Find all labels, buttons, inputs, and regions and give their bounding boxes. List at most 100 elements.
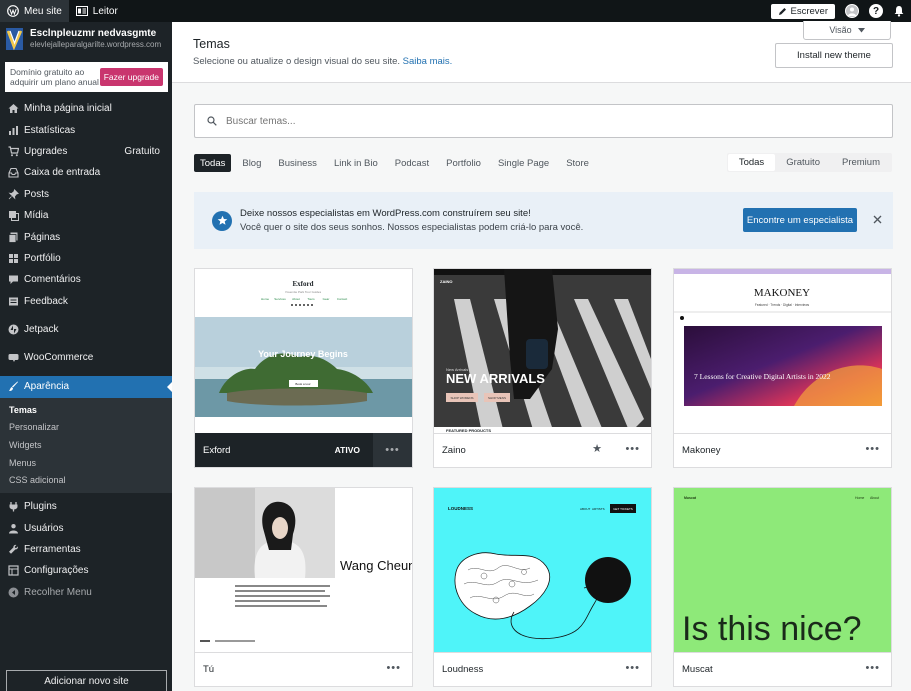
theme-preview[interactable]: Muscat Home About Is this nice? xyxy=(674,488,891,652)
menu-item-pages[interactable]: Páginas xyxy=(0,226,172,247)
menu-item-tools[interactable]: Ferramentas xyxy=(0,539,172,560)
menu-item-woocommerce[interactable]: WooCommerce xyxy=(0,347,172,368)
admin-bar: Meu site Leitor Escrever ? xyxy=(0,0,911,22)
menu-label: Estatísticas xyxy=(24,124,76,136)
view-dropdown[interactable]: Visão xyxy=(803,21,891,40)
menu-item-settings[interactable]: Configurações xyxy=(0,560,172,581)
theme-card-muscat[interactable]: Muscat Home About Is this nice? Muscat •… xyxy=(673,487,892,687)
menu-label: Recolher Menu xyxy=(24,586,92,598)
search-input[interactable] xyxy=(226,115,826,127)
filter-blog[interactable]: Blog xyxy=(236,154,267,172)
filter-link-in-bio[interactable]: Link in Bio xyxy=(328,154,384,172)
theme-preview[interactable]: Wang Cheung xyxy=(195,488,412,652)
preview-nav-item: Gear xyxy=(323,297,330,301)
learn-more-link[interactable]: Saiba mais. xyxy=(403,56,453,67)
preview-nav-item: Contact xyxy=(337,297,348,301)
media-icon xyxy=(8,210,19,222)
bell-icon[interactable] xyxy=(893,5,905,17)
theme-card-zaino[interactable]: ▪ ▪ ▪ ▪ ▪ ▪ ▪ ▪ ▪ ZAINO New Arrivals NEW… xyxy=(433,268,652,468)
submenu-item-widgets[interactable]: Widgets xyxy=(0,436,172,454)
preview-logo: LOUDNESS xyxy=(448,506,473,511)
more-options-button[interactable]: ••• xyxy=(625,443,640,455)
install-new-theme-button[interactable]: Install new theme xyxy=(775,43,893,68)
price-filter-all[interactable]: Todas xyxy=(727,154,776,171)
portfolio-icon xyxy=(8,253,19,264)
add-new-site-button[interactable]: Adicionar novo site xyxy=(6,670,167,691)
menu-item-stats[interactable]: Estatísticas xyxy=(0,119,172,140)
submenu-item-customize[interactable]: Personalizar xyxy=(0,418,172,436)
price-filter-free[interactable]: Gratuito xyxy=(775,154,831,171)
theme-name: Muscat xyxy=(682,664,713,675)
menu-item-upgrades[interactable]: Upgrades Gratuito xyxy=(0,141,172,162)
more-options-button[interactable]: ••• xyxy=(386,662,401,674)
menu-item-collapse[interactable]: Recolher Menu xyxy=(0,582,172,603)
reader-button[interactable]: Leitor xyxy=(69,0,125,22)
menu-item-posts[interactable]: Posts xyxy=(0,184,172,205)
feedback-icon xyxy=(8,296,19,307)
menu-item-comments[interactable]: Comentários xyxy=(0,269,172,290)
filter-store[interactable]: Store xyxy=(560,154,595,172)
price-filter-premium[interactable]: Premium xyxy=(831,154,891,171)
preview-hero: 7 Lessons for Creative Digital Artists i… xyxy=(694,372,831,381)
theme-name: Zaino xyxy=(442,445,466,456)
menu-item-users[interactable]: Usuários xyxy=(0,518,172,539)
submenu-item-menus[interactable]: Menus xyxy=(0,454,172,472)
menu-item-inbox[interactable]: Caixa de entrada xyxy=(0,162,172,183)
woo-icon xyxy=(8,352,19,363)
submenu-item-themes[interactable]: Temas xyxy=(0,401,172,419)
theme-card-tu[interactable]: Wang Cheung Tú ••• xyxy=(194,487,413,687)
preview-nav-item: Tours xyxy=(307,297,315,301)
write-button[interactable]: Escrever xyxy=(770,3,835,19)
theme-card-footer: Loudness ••• xyxy=(434,652,651,686)
more-options-button[interactable]: ••• xyxy=(865,662,880,674)
search-icon xyxy=(207,116,217,126)
site-header[interactable]: Esclnpleuzmr nedvasgmte elevlejalleparal… xyxy=(0,22,172,58)
filter-portfolio[interactable]: Portfolio xyxy=(440,154,487,172)
find-expert-button[interactable]: Encontre um especialista xyxy=(743,208,857,232)
menu-item-feedback[interactable]: Feedback xyxy=(0,291,172,312)
preview-logo: Exford xyxy=(293,280,314,288)
theme-card-exford[interactable]: Exford Yosemite Park Tour Guides Home Se… xyxy=(194,268,413,468)
filter-all[interactable]: Todas xyxy=(194,154,232,172)
pencil-icon xyxy=(778,7,786,15)
more-options-button[interactable]: ••• xyxy=(865,443,880,455)
menu-label: Caixa de entrada xyxy=(24,167,101,179)
menu-item-appearance[interactable]: Aparência xyxy=(0,375,172,398)
more-options-button[interactable]: ••• xyxy=(625,662,640,674)
menu-item-media[interactable]: Mídia xyxy=(0,205,172,226)
help-icon[interactable]: ? xyxy=(869,4,883,18)
upgrade-button[interactable]: Fazer upgrade xyxy=(99,68,163,86)
plugin-icon xyxy=(8,501,19,512)
theme-card-loudness[interactable]: LOUDNESS ABOUT ARTISTS GET TICKETS Loudn… xyxy=(433,487,652,687)
menu-item-plugins[interactable]: Plugins xyxy=(0,496,172,517)
close-icon[interactable] xyxy=(872,214,883,225)
upgrades-badge: Gratuito xyxy=(124,145,160,157)
theme-name: Exford xyxy=(203,444,231,456)
filter-podcast[interactable]: Podcast xyxy=(389,154,435,172)
comment-icon xyxy=(8,274,19,285)
filter-single-page[interactable]: Single Page xyxy=(492,154,555,172)
menu-item-home[interactable]: Minha página inicial xyxy=(0,98,172,119)
reader-label: Leitor xyxy=(92,5,118,17)
upgrade-text: Domínio gratuito ao adquirir um plano an… xyxy=(10,67,99,87)
theme-preview[interactable]: LOUDNESS ABOUT ARTISTS GET TICKETS xyxy=(434,488,651,652)
avatar[interactable] xyxy=(845,4,859,18)
submenu-item-additional-css[interactable]: CSS adicional xyxy=(0,471,172,489)
theme-card-footer: Tú ••• xyxy=(195,652,412,686)
menu-item-jetpack[interactable]: Jetpack xyxy=(0,319,172,340)
chevron-down-icon xyxy=(857,27,865,32)
my-site-button[interactable]: Meu site xyxy=(0,0,69,22)
banner-title: Deixe nossos especialistas em WordPress.… xyxy=(240,207,531,219)
theme-card-makoney[interactable]: MAKONEY Featured · Trends · Digital · In… xyxy=(673,268,892,468)
more-options-button[interactable]: ••• xyxy=(373,433,412,467)
menu-item-portfolio[interactable]: Portfólio xyxy=(0,248,172,269)
page-subtitle-text: Selecione ou atualize o design visual do… xyxy=(193,56,401,67)
stats-icon xyxy=(8,125,19,136)
filter-business[interactable]: Business xyxy=(272,154,323,172)
theme-preview[interactable]: MAKONEY Featured · Trends · Digital · In… xyxy=(674,269,891,433)
page-header: Temas Selecione ou atualize o design vis… xyxy=(172,21,911,83)
search-box[interactable] xyxy=(194,104,893,138)
brush-icon xyxy=(8,381,19,392)
theme-preview[interactable]: Exford Yosemite Park Tour Guides Home Se… xyxy=(195,269,412,433)
theme-preview[interactable]: ▪ ▪ ▪ ▪ ▪ ▪ ▪ ▪ ▪ ZAINO New Arrivals NEW… xyxy=(434,269,651,433)
